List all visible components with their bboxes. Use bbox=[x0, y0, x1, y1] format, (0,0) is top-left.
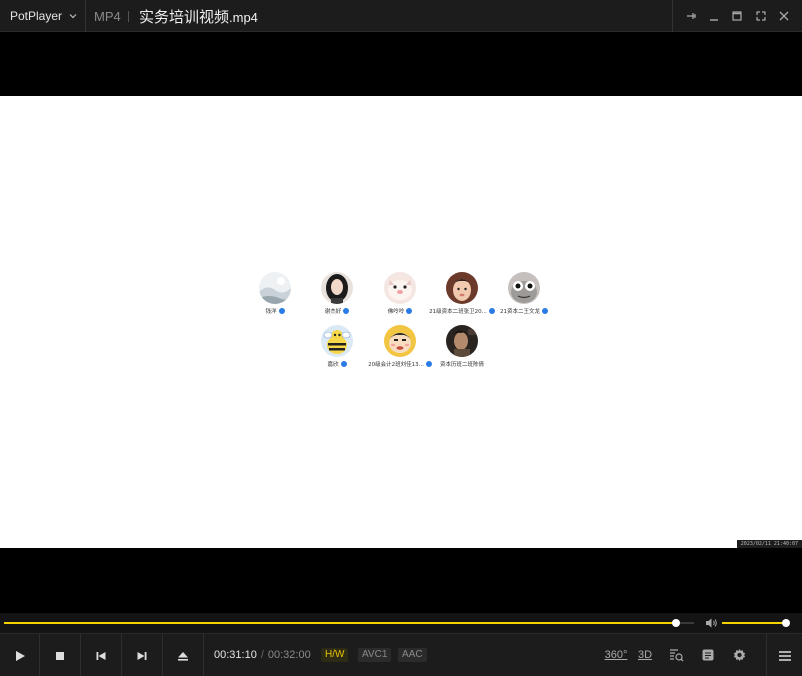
avatar-pink-cat bbox=[384, 272, 416, 304]
brand-label: PotPlayer bbox=[10, 9, 63, 23]
file-name: 实务培训视频 bbox=[139, 8, 230, 26]
potplayer-menu-button[interactable]: PotPlayer bbox=[0, 0, 86, 32]
avatar-cartoon-face bbox=[508, 272, 540, 304]
control-bar: 00:31:10 / 00:32:00 H/W AVC1 AAC 360° 3D bbox=[0, 633, 802, 676]
avatar-person-photo bbox=[446, 272, 478, 304]
participant-name: 佛呤呤 bbox=[387, 309, 405, 315]
eject-button[interactable] bbox=[163, 634, 204, 676]
avatar-dark-photo bbox=[446, 325, 478, 357]
time-display: 00:31:10 / 00:32:00 bbox=[214, 649, 311, 661]
timestamp-overlay: 2023/02/11 21:40:07 bbox=[736, 540, 802, 548]
playlist-search-button[interactable] bbox=[666, 645, 686, 665]
playlist-search-icon bbox=[670, 649, 684, 662]
file-extension: .mp4 bbox=[229, 10, 258, 25]
total-time[interactable]: 00:32:00 bbox=[268, 649, 311, 661]
vr-360-button[interactable]: 360° bbox=[604, 645, 628, 665]
stop-button[interactable] bbox=[40, 634, 81, 676]
play-icon bbox=[15, 650, 25, 661]
participant-name: 21资本二王文龙 bbox=[500, 309, 540, 315]
title-bar: PotPlayer MP4 实务培训视频.mp4 bbox=[0, 0, 802, 32]
maximize-icon[interactable] bbox=[729, 8, 745, 24]
volume-icon[interactable] bbox=[704, 616, 718, 630]
stop-icon bbox=[56, 651, 64, 660]
fullscreen-icon[interactable] bbox=[753, 8, 769, 24]
participant-tile: 资本历班二班陈倩 bbox=[426, 325, 498, 368]
volume-level bbox=[722, 622, 786, 624]
settings-button[interactable] bbox=[729, 645, 749, 665]
avatar-bee-cartoon bbox=[321, 325, 353, 357]
3d-button[interactable]: 3D bbox=[635, 645, 655, 665]
hw-decoding-tag[interactable]: H/W bbox=[321, 648, 349, 662]
gear-icon bbox=[733, 648, 745, 661]
volume-handle[interactable] bbox=[782, 619, 790, 627]
close-icon[interactable] bbox=[776, 8, 792, 24]
avatar-shinchan bbox=[384, 325, 416, 357]
menu-button[interactable] bbox=[766, 634, 802, 676]
avatar-girl-photo bbox=[321, 272, 353, 304]
participant-name: 嘉欣 bbox=[327, 362, 339, 368]
participant-name: 21级资本二班张卫20... bbox=[429, 309, 487, 315]
skip-previous-icon bbox=[96, 651, 106, 660]
volume-slider[interactable] bbox=[722, 619, 790, 627]
previous-button[interactable] bbox=[81, 634, 122, 676]
window-controls bbox=[672, 0, 802, 32]
video-area[interactable]: 钱洋 谢杰好 佛呤呤 21级资本二班张卫20... 21资本二王文龙 嘉欣 20… bbox=[0, 32, 802, 613]
time-separator: / bbox=[260, 649, 264, 661]
seek-handle[interactable] bbox=[672, 619, 681, 627]
3d-icon: 3D bbox=[637, 649, 653, 661]
video-codec-tag[interactable]: AVC1 bbox=[358, 648, 392, 662]
eject-icon bbox=[178, 651, 188, 661]
participant-tile: 谢杰好 bbox=[301, 272, 373, 315]
seek-progress bbox=[4, 622, 677, 624]
participant-name: 20级会计2班刘佳13... bbox=[368, 362, 424, 368]
document-icon bbox=[702, 649, 714, 661]
seek-bar[interactable] bbox=[4, 619, 694, 627]
skip-next-icon bbox=[137, 651, 147, 660]
seek-bar-row bbox=[0, 613, 802, 633]
current-time: 00:31:10 bbox=[214, 649, 257, 661]
pin-icon[interactable] bbox=[683, 8, 699, 24]
file-title: 实务培训视频.mp4 bbox=[139, 6, 258, 27]
avatar-snow-landscape bbox=[259, 272, 291, 304]
hamburger-menu-icon bbox=[778, 650, 791, 661]
format-label: MP4 bbox=[94, 9, 121, 24]
badge-icon bbox=[542, 308, 548, 314]
minimize-icon[interactable] bbox=[706, 8, 722, 24]
participant-name: 资本历班二班陈倩 bbox=[439, 362, 484, 368]
participant-tile: 21资本二王文龙 bbox=[488, 272, 560, 315]
badge-icon bbox=[278, 308, 285, 314]
badge-icon bbox=[406, 308, 413, 314]
audio-codec-tag[interactable]: AAC bbox=[398, 648, 427, 662]
chevron-down-icon bbox=[69, 14, 77, 19]
chapter-button[interactable] bbox=[698, 645, 718, 665]
video-frame: 钱洋 谢杰好 佛呤呤 21级资本二班张卫20... 21资本二王文龙 嘉欣 20… bbox=[0, 96, 802, 548]
participant-name: 钱洋 bbox=[265, 309, 277, 315]
participant-tile: 嘉欣 bbox=[301, 325, 373, 368]
title-separator bbox=[128, 11, 129, 22]
badge-icon bbox=[340, 361, 347, 367]
next-button[interactable] bbox=[122, 634, 163, 676]
vr-360-icon: 360° bbox=[604, 649, 628, 661]
participant-name: 谢杰好 bbox=[324, 309, 342, 315]
play-button[interactable] bbox=[0, 634, 40, 676]
badge-icon bbox=[343, 308, 350, 314]
